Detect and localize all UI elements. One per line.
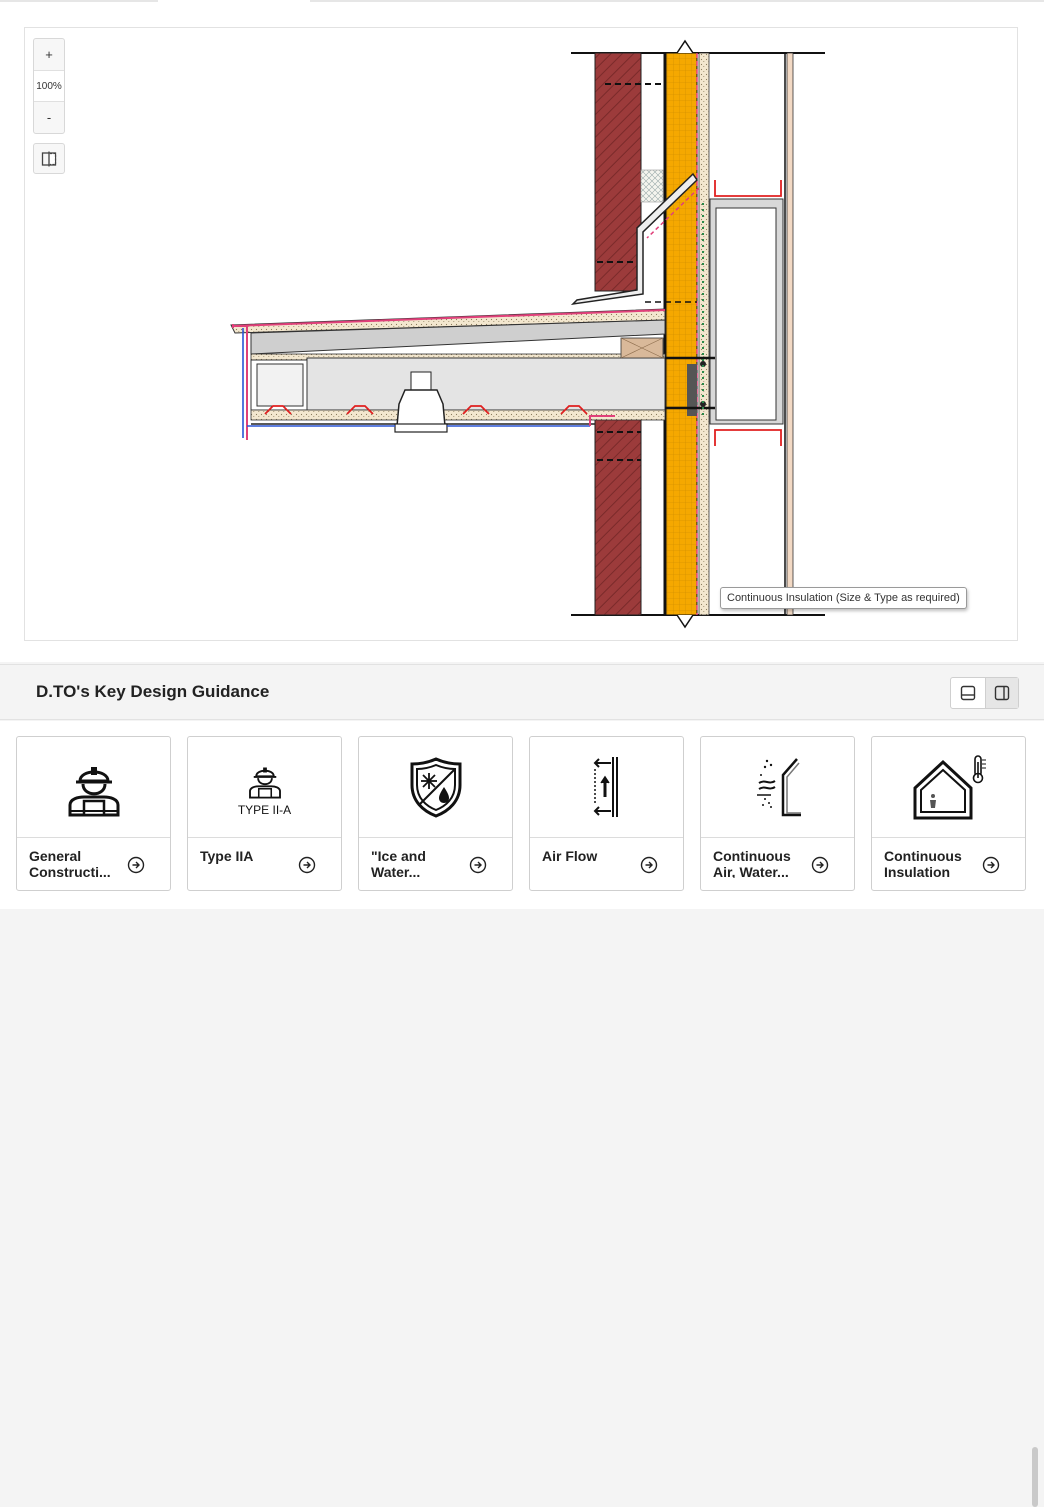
detail-viewer: Continuous Insulation (Size & Type as re… [0,2,1044,662]
bottom-panel-button[interactable] [951,678,985,708]
arrow-circle-right-icon[interactable] [127,856,145,874]
wall-section-drawing[interactable] [25,28,1019,642]
arrow-circle-right-icon[interactable] [640,856,658,874]
layout-toggle [950,677,1019,709]
zoom-in-button[interactable]: + [34,39,64,70]
house-insulation-icon [913,755,986,820]
arrow-circle-right-icon[interactable] [469,856,487,874]
guidance-card-air-flow[interactable]: Air Flow [529,736,684,891]
guidance-cards: General Constructi... Type TYPE II-A Typ… [0,721,1044,1507]
split-view-icon [41,151,57,166]
air-water-barrier-icon [756,758,801,817]
air-flow-icon [593,757,618,817]
guidance-card-ice-water-shield[interactable]: "Ice and Water... Shield" [358,736,513,891]
side-panel-icon [994,685,1009,701]
guidance-card-continuous-air-water[interactable]: Continuous Air, Water... and Vapor [700,736,855,891]
construction-worker-icon [248,767,281,798]
side-panel-button[interactable] [984,678,1018,708]
drawing-canvas[interactable]: Continuous Insulation (Size & Type as re… [24,27,1018,641]
card-label: General Constructi... Type [29,848,111,878]
guidance-card-type-iia[interactable]: TYPE II-A Type IIA [187,736,342,891]
card-label: "Ice and Water... Shield" [371,848,426,878]
insulation-tooltip: Continuous Insulation (Size & Type as re… [720,587,967,609]
card-label: Air Flow [542,848,598,864]
split-view-button[interactable] [33,143,65,174]
zoom-out-button[interactable]: - [34,102,64,133]
card-label: Continuous Air, Water... and Vapor [713,848,791,878]
arrow-circle-right-icon[interactable] [982,856,1000,874]
type-iia-caption: TYPE II-A [237,802,292,817]
arrow-circle-right-icon[interactable] [298,856,316,874]
arrow-circle-right-icon[interactable] [811,856,829,874]
ice-water-shield-icon [410,757,461,818]
zoom-level: 100% [34,70,64,102]
card-label: Type IIA [200,848,254,864]
guidance-header: D.TO's Key Design Guidance [0,664,1044,720]
guidance-card-continuous-insulation[interactable]: Continuous Insulation [871,736,1026,891]
guidance-card-general-construction[interactable]: General Constructi... Type [16,736,171,891]
cards-scrollbar[interactable] [1032,1447,1038,1507]
guidance-title: D.TO's Key Design Guidance [36,682,270,701]
construction-worker-icon [68,767,119,817]
zoom-control: + 100% - [33,38,65,134]
card-label: Continuous Insulation [884,848,962,878]
bottom-panel-icon [960,685,975,701]
